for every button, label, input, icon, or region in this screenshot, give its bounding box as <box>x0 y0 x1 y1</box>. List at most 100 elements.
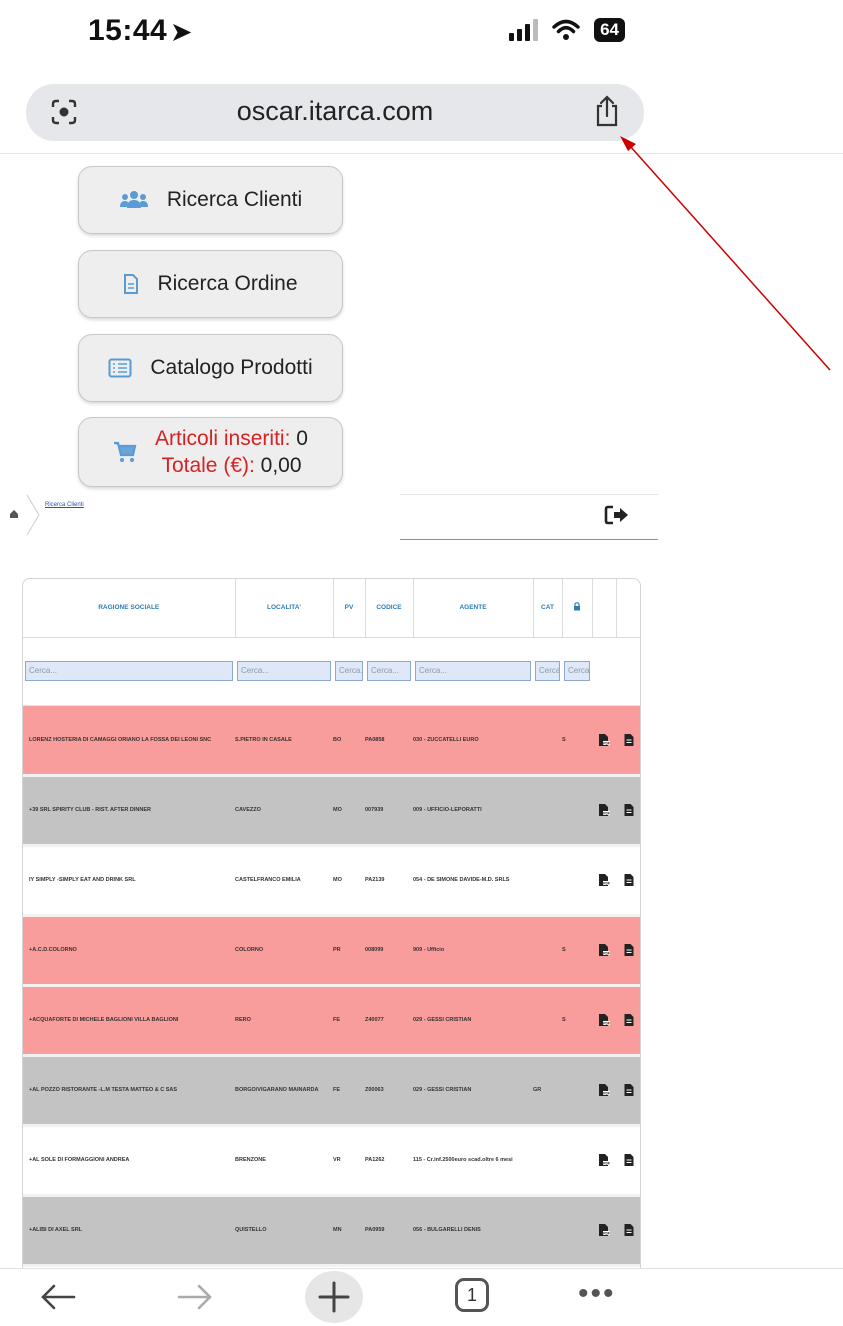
search-field-underline[interactable] <box>400 539 658 540</box>
filter-ragione-sociale[interactable]: Cerca... <box>25 661 233 681</box>
cell-localita: CASTELFRANCO EMILIA <box>235 845 333 917</box>
pdf-button[interactable]: PDF <box>592 845 616 917</box>
filter-agente[interactable]: Cerca... <box>415 661 531 681</box>
pdf-button[interactable]: PDF <box>592 1125 616 1197</box>
table-row[interactable]: IY SIMPLY -SIMPLY EAT AND DRINK SRL CASTE… <box>23 845 640 917</box>
table-row[interactable]: +ALIBI DI AXEL SRL QUISTELLO MN PA0959 056 -… <box>23 1195 640 1267</box>
list-icon <box>108 358 132 378</box>
location-arrow-icon: ➤ <box>171 19 192 46</box>
svg-text:PDF: PDF <box>603 1231 610 1235</box>
plus-icon[interactable] <box>305 1271 363 1323</box>
cell-localita: BORGO/VIGARANO MAINARDA <box>235 1055 333 1127</box>
cell-cat <box>533 1125 562 1197</box>
product-catalog-button[interactable]: Catalogo Prodotti <box>78 334 343 402</box>
cell-agente: 029 - GESSI CRISTIAN <box>413 1055 533 1127</box>
more-menu-button[interactable]: ••• <box>578 1279 616 1309</box>
filter-row: Cerca... Cerca... Cerca... Cerca... Cerc… <box>23 637 640 706</box>
cell-localita: COLORNO <box>235 915 333 987</box>
url-text[interactable]: oscar.itarca.com <box>26 96 644 127</box>
search-order-button[interactable]: Ricerca Ordine <box>78 250 343 318</box>
cell-localita: S.PIETRO IN CASALE <box>235 705 333 777</box>
cell-cat: GR <box>533 1055 562 1127</box>
svg-text:PDF: PDF <box>603 881 610 885</box>
cell-pv: MN <box>333 1195 365 1267</box>
forward-arrow-icon[interactable] <box>175 1279 215 1315</box>
pdf-button[interactable]: PDF <box>592 775 616 847</box>
browser-bottom-nav: 1 ••• <box>0 1268 843 1326</box>
table-row[interactable]: +ACQUAFORTE DI MICHELE BAGLIONI VILLA BA… <box>23 985 640 1057</box>
cell-localita: CAVEZZO <box>235 775 333 847</box>
top-divider <box>0 153 843 154</box>
filter-codice[interactable]: Cerca... <box>367 661 411 681</box>
search-clients-button[interactable]: Ricerca Clienti <box>78 166 343 234</box>
col-agente[interactable]: AGENTE <box>413 579 534 638</box>
col-localita[interactable]: LOCALITA' <box>235 579 334 638</box>
pdf-button[interactable]: PDF <box>592 1055 616 1127</box>
battery-indicator: 64 <box>594 18 625 42</box>
col-pv[interactable]: PV <box>333 579 366 638</box>
pdf-button[interactable]: PDF <box>592 985 616 1057</box>
breadcrumb-separator <box>26 494 40 536</box>
svg-text:PDF: PDF <box>603 811 610 815</box>
pdf-button[interactable]: PDF <box>592 915 616 987</box>
document-button[interactable] <box>616 915 640 987</box>
url-bar[interactable]: oscar.itarca.com <box>26 84 644 141</box>
cell-pv: MO <box>333 845 365 917</box>
cell-pv: FE <box>333 1055 365 1127</box>
pdf-button[interactable]: PDF <box>592 705 616 777</box>
cell-agente: 909 - Ufficio <box>413 915 533 987</box>
svg-text:PDF: PDF <box>603 1091 610 1095</box>
pdf-icon: PDF <box>599 1154 610 1166</box>
document-button[interactable] <box>616 775 640 847</box>
breadcrumb: Ricerca Clienti <box>0 492 843 540</box>
search-field-top-border <box>400 494 658 495</box>
cell-codice: PA2139 <box>365 845 413 917</box>
col-ragione-sociale[interactable]: RAGIONE SOCIALE <box>23 579 236 638</box>
file-icon <box>624 1154 634 1166</box>
document-button[interactable] <box>616 1055 640 1127</box>
table-row[interactable]: +A.C.D.COLORNO COLORNO PR 008099 909 - Uffic… <box>23 915 640 987</box>
col-cat[interactable]: CAT <box>533 579 563 638</box>
cell-ragione-sociale: LORENZ HOSTERIA DI CAMAGGI ORIANO LA FOS… <box>23 705 235 777</box>
cell-pv: MO <box>333 775 365 847</box>
filter-localita[interactable]: Cerca... <box>237 661 331 681</box>
search-clients-label: Ricerca Clienti <box>166 188 303 211</box>
col-lock[interactable] <box>562 579 593 638</box>
logout-icon[interactable] <box>604 504 630 526</box>
file-icon <box>624 1224 634 1236</box>
table-row[interactable]: LORENZ HOSTERIA DI CAMAGGI ORIANO LA FOS… <box>23 705 640 777</box>
home-icon[interactable] <box>9 509 19 519</box>
cell-codice: PA0959 <box>365 1195 413 1267</box>
svg-text:PDF: PDF <box>603 951 610 955</box>
cell-agente: 056 - BULGARELLI DENIS <box>413 1195 533 1267</box>
status-bar: 15:44 ➤ 64 <box>0 0 843 60</box>
svg-text:PDF: PDF <box>603 1021 610 1025</box>
document-button[interactable] <box>616 1125 640 1197</box>
document-button[interactable] <box>616 1195 640 1267</box>
cell-lock-flag <box>562 845 592 917</box>
cell-lock-flag <box>562 1125 592 1197</box>
cell-localita: RERO <box>235 985 333 1057</box>
cart-summary: Articoli inseriti: 0 Totale (€): 0,00 <box>155 425 308 479</box>
col-codice[interactable]: CODICE <box>365 579 414 638</box>
pdf-icon: PDF <box>599 1224 610 1236</box>
tabs-button[interactable]: 1 <box>455 1278 489 1312</box>
cell-pv: BO <box>333 705 365 777</box>
table-row[interactable]: +AL POZZO RISTORANTE -L.M TESTA MATTEO &… <box>23 1055 640 1127</box>
filter-cat[interactable]: Cerca... <box>535 661 560 681</box>
table-row[interactable]: +AL SOLE DI FORMAGGIONI ANDREA BRENZONE VR… <box>23 1125 640 1197</box>
breadcrumb-link-search-clients[interactable]: Ricerca Clienti <box>45 502 84 508</box>
filter-pv[interactable]: Cerca... <box>335 661 363 681</box>
document-button[interactable] <box>616 845 640 917</box>
pdf-button[interactable]: PDF <box>592 1195 616 1267</box>
table-row[interactable]: +39 SRL SPIRITY CLUB - RIST. AFTER DINNE… <box>23 775 640 847</box>
filter-lock[interactable]: Cerca... <box>564 661 590 681</box>
share-icon[interactable] <box>592 94 622 128</box>
product-catalog-label: Catalogo Prodotti <box>150 356 313 379</box>
table-header-row: RAGIONE SOCIALE LOCALITA' PV CODICE AGEN… <box>23 579 640 638</box>
cart-button[interactable]: Articoli inseriti: 0 Totale (€): 0,00 <box>78 417 343 487</box>
document-button[interactable] <box>616 985 640 1057</box>
cell-codice: 007939 <box>365 775 413 847</box>
back-arrow-icon[interactable] <box>38 1279 78 1315</box>
document-button[interactable] <box>616 705 640 777</box>
